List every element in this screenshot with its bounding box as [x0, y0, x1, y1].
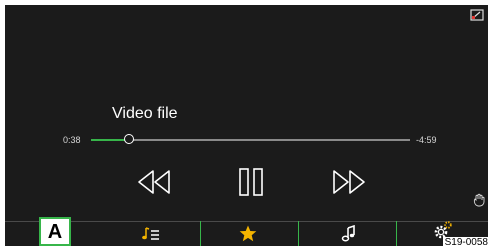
- media-title: Video file: [112, 105, 178, 122]
- fast-forward-icon: [333, 170, 365, 194]
- pause-icon: [239, 168, 263, 196]
- rewind-button[interactable]: [135, 169, 173, 195]
- progress-track[interactable]: [91, 134, 410, 144]
- media-player-screen: Video file 0:38 -4:59 A S19-0058: [5, 5, 488, 246]
- screen-toggle-icon[interactable]: [470, 9, 484, 21]
- tab-media[interactable]: [299, 221, 396, 246]
- rewind-icon: [138, 170, 170, 194]
- bottom-navigation-bar: A: [5, 211, 488, 246]
- callout-label: A: [39, 217, 71, 246]
- pause-button[interactable]: [233, 167, 269, 197]
- hand-gesture-icon: [473, 193, 485, 207]
- figure-reference-code: S19-0058: [442, 237, 488, 246]
- progress-knob[interactable]: [124, 134, 134, 144]
- playlist-icon: [142, 227, 159, 240]
- music-note-icon: [341, 225, 355, 242]
- elapsed-time: 0:38: [63, 135, 81, 145]
- tab-playlist[interactable]: [103, 221, 200, 246]
- fast-forward-button[interactable]: [330, 169, 368, 195]
- star-icon: [239, 225, 257, 242]
- remaining-time: -4:59: [416, 135, 437, 145]
- tab-favourites[interactable]: [201, 221, 298, 246]
